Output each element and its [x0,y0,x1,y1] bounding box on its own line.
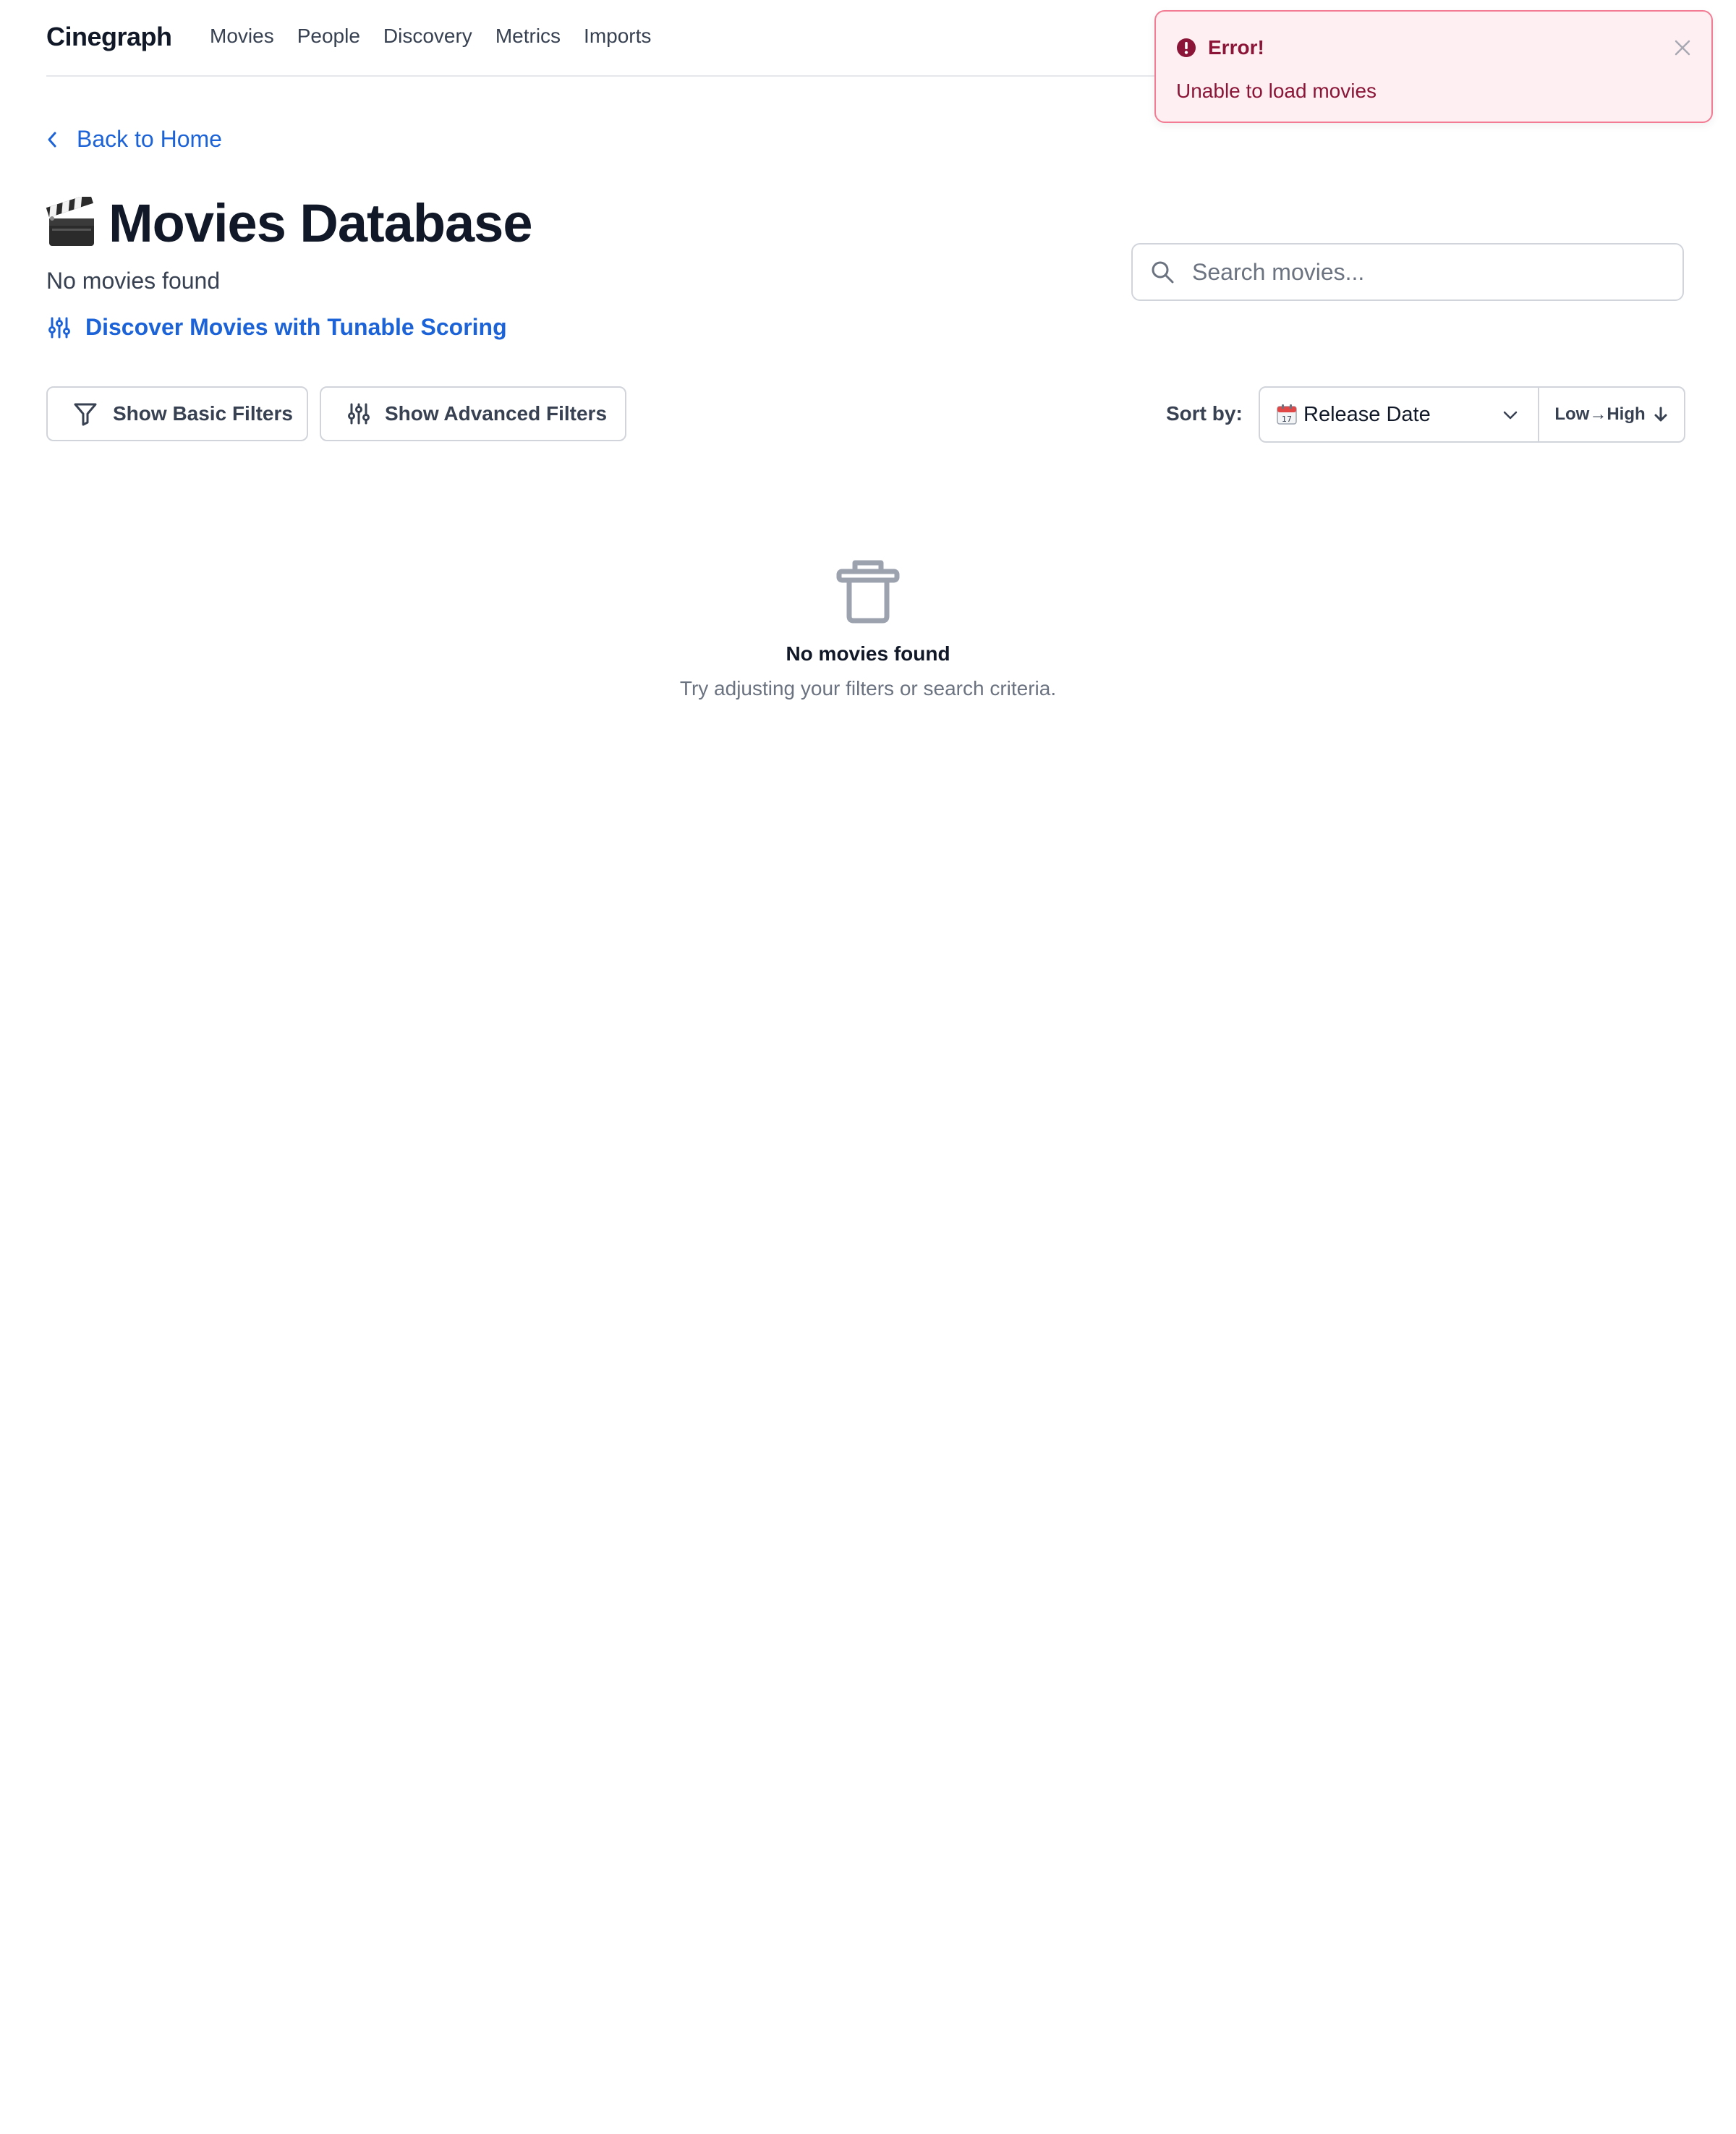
chevron-left-icon [48,132,56,147]
sort-direction-button[interactable]: Low→High [1539,388,1684,441]
results-count: No movies found [46,268,221,294]
nav-link-discovery[interactable]: Discovery [383,25,472,48]
sort-controls: 17 Release Date Low→High [1259,386,1685,443]
search-input[interactable] [1191,258,1656,286]
sliders-icon [348,403,370,425]
nav-link-movies[interactable]: Movies [210,25,274,48]
alert-circle-icon [1177,38,1196,57]
toast-title: Error! [1208,36,1264,59]
trash-icon [836,560,900,624]
brand-logo[interactable]: Cinegraph [46,22,172,52]
sort-direction-label: Low→High [1554,404,1646,424]
discover-link[interactable]: Discover Movies with Tunable Scoring [48,314,507,341]
close-icon[interactable] [1672,38,1693,58]
clapper-board-icon [46,196,94,246]
toast-header: Error! [1176,36,1264,59]
basic-filters-label: Show Basic Filters [113,402,293,425]
chevron-down-icon [1503,411,1518,420]
advanced-filters-label: Show Advanced Filters [385,402,608,425]
sort-select[interactable]: 17 Release Date [1260,388,1539,441]
empty-state-subtitle: Try adjusting your filters or search cri… [679,677,1057,700]
funnel-icon [74,403,97,426]
nav-link-metrics[interactable]: Metrics [495,25,561,48]
empty-state-title: No movies found [786,642,950,665]
nav-link-imports[interactable]: Imports [584,25,651,48]
sort-selected-value: Release Date [1303,402,1431,426]
calendar-icon: 17 [1277,404,1297,425]
back-link-label: Back to Home [77,126,222,152]
svg-text:17: 17 [1282,415,1292,424]
sort-label: Sort by: [1166,402,1243,425]
show-basic-filters-button[interactable]: Show Basic Filters [46,386,308,441]
page-title: Movies Database [45,192,532,254]
show-advanced-filters-button[interactable]: Show Advanced Filters [320,386,626,441]
page-title-text: Movies Database [109,193,532,253]
arrow-down-icon [1654,407,1667,422]
toast-message: Unable to load movies [1176,80,1377,102]
search-icon [1152,261,1174,284]
nav-links: Movies People Discovery Metrics Imports [210,25,651,48]
search-box [1131,243,1684,301]
nav-link-people[interactable]: People [297,25,360,48]
sliders-icon [48,317,70,338]
discover-link-label: Discover Movies with Tunable Scoring [85,314,507,340]
back-to-home-link[interactable]: Back to Home [46,126,222,153]
error-toast: Error! Unable to load movies [1154,10,1713,123]
movies-page: Cinegraph Movies People Discovery Metric… [0,0,1736,2134]
